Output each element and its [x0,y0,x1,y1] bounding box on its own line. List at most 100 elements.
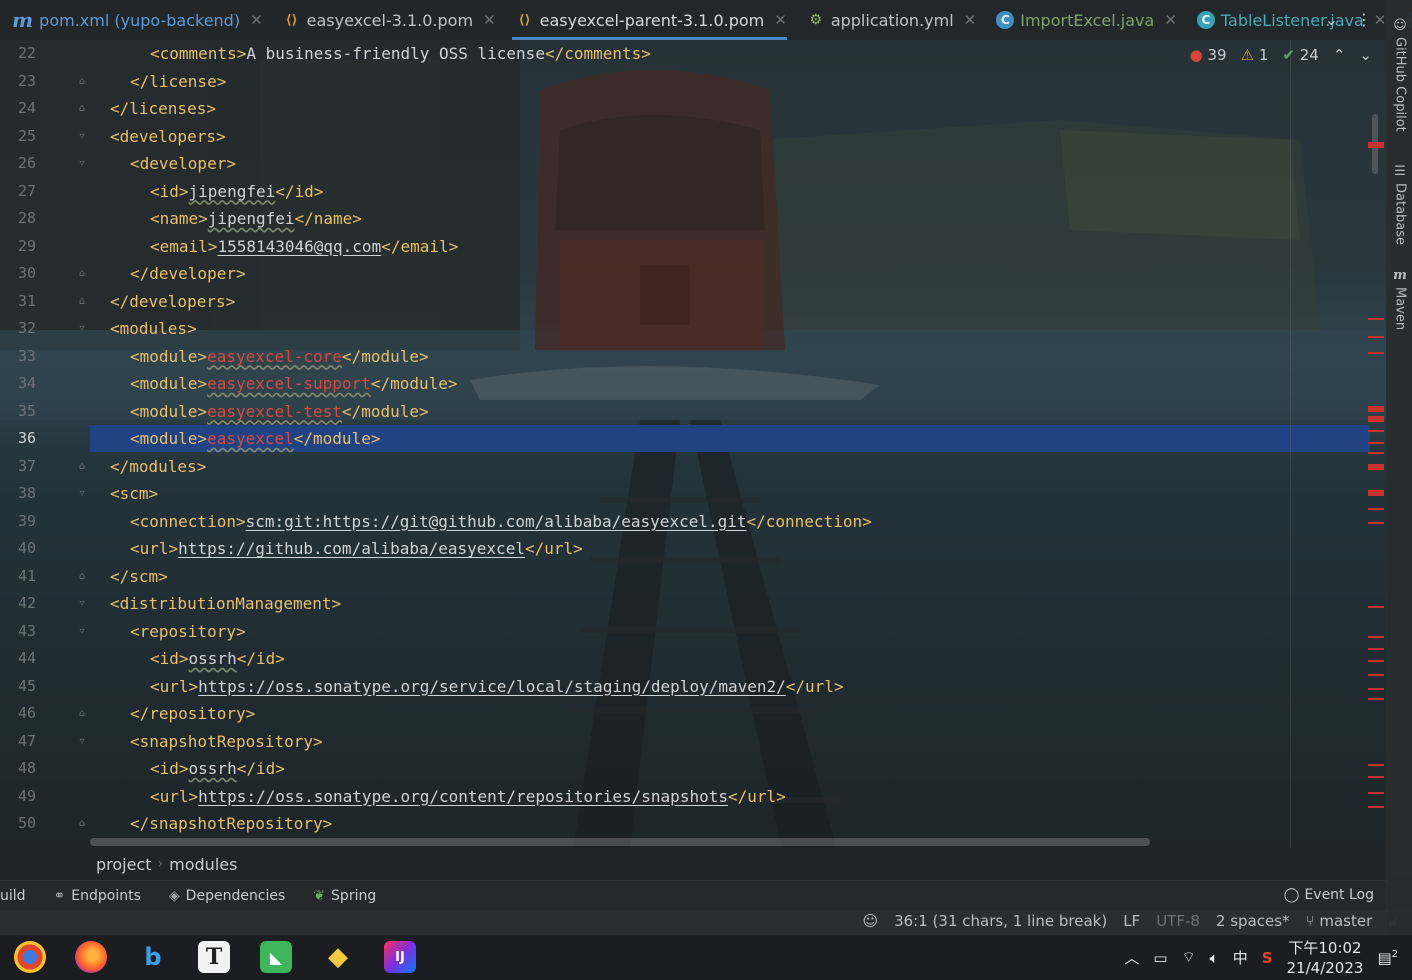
line-number[interactable]: 32 [0,319,36,337]
line-number[interactable]: 22 [0,44,36,62]
code-line[interactable]: <module>easyexcel-support</module> [90,370,458,397]
error-marker[interactable] [1368,792,1384,794]
error-marker[interactable] [1368,660,1384,662]
tool-database[interactable]: ☰ Database [1387,164,1412,245]
error-marker[interactable] [1368,318,1384,320]
ime-indicator[interactable]: 中 [1233,947,1248,968]
line-number[interactable]: 30 [0,264,36,282]
line-number[interactable]: 27 [0,182,36,200]
tool-maven[interactable]: m Maven [1387,268,1412,330]
code-line[interactable]: <connection>scm:git:https://git@github.c… [90,508,872,535]
caret-position[interactable]: 36:1 (31 chars, 1 line break) [894,912,1107,930]
breadcrumb-modules[interactable]: modules [163,855,243,874]
code-line[interactable]: <scm> [90,480,158,507]
error-stripe[interactable] [1366,100,1384,848]
error-marker[interactable] [1368,464,1384,470]
error-marker[interactable] [1368,406,1384,412]
line-number[interactable]: 43 [0,622,36,640]
line-number[interactable]: 40 [0,539,36,557]
code-line[interactable]: <id>ossrh</id> [90,755,285,782]
url-text[interactable]: https://github.com/alibaba/easyexcel [178,539,525,558]
warning-count[interactable]: ⚠ 1 [1241,46,1269,64]
sogou-icon[interactable]: S [1262,949,1273,967]
code-line[interactable]: <developers> [90,123,226,150]
url-text[interactable]: scm:git:https://git@github.com/alibaba/e… [246,512,747,531]
error-marker[interactable] [1368,648,1384,650]
chevron-down-icon[interactable]: ⌄ [1325,10,1338,29]
url-text[interactable]: 1558143046@qq.com [217,237,381,256]
current-code-line[interactable]: <module>easyexcel</module> [90,425,1370,452]
editor-gutter[interactable]: 22 23 ⌂ 24 ⌂ 25 ▿ 26 ▿ 27 28 29 30 ⌂ 31 ⌂ 32 ▿ 33 34 35 36 37 ⌂… [0,40,90,848]
line-number[interactable]: 50 [0,814,36,832]
error-marker[interactable] [1368,142,1384,148]
tab-easyexcel-parent-pom[interactable]: ⟨⟩ easyexcel-parent-3.1.0.pom ✕ [504,0,795,40]
fold-marker-icon[interactable]: ▿ [76,488,88,500]
error-marker[interactable] [1368,522,1384,524]
line-number[interactable]: 24 [0,99,36,117]
breadcrumb-project[interactable]: project [90,855,158,874]
line-number[interactable]: 37 [0,457,36,475]
chevron-up-icon[interactable]: ︿ [1124,947,1139,968]
close-icon[interactable]: ✕ [1164,11,1177,29]
code-line[interactable]: </licenses> [90,95,216,122]
indent-setting[interactable]: 2 spaces* [1216,912,1290,930]
volume-icon[interactable]: 🔈︎ [1210,949,1219,967]
typora-icon[interactable]: T [198,941,230,973]
code-line[interactable]: </modules> [90,453,206,480]
code-line[interactable]: <email>1558143046@qq.com</email> [90,233,458,260]
typo-count[interactable]: ✔ 24 [1282,46,1318,64]
tab-easyexcel-pom[interactable]: ⟨⟩ easyexcel-3.1.0.pom ✕ [271,0,504,40]
git-branch[interactable]: ⑂ master [1306,912,1373,930]
error-marker[interactable] [1368,764,1384,766]
more-options-icon[interactable]: ⋮ [1356,10,1372,29]
previous-highlight-icon[interactable]: ⌃ [1333,46,1346,64]
line-number[interactable]: 23 [0,72,36,90]
fold-marker-icon[interactable]: ▿ [76,736,88,748]
error-marker[interactable] [1368,508,1384,510]
line-number[interactable]: 31 [0,292,36,310]
close-icon[interactable]: ✕ [1374,11,1387,29]
code-line[interactable]: <module>easyexcel-test</module> [90,398,429,425]
error-marker[interactable] [1368,776,1384,778]
error-marker[interactable] [1368,336,1384,338]
fold-marker-icon[interactable]: ⌂ [76,268,88,280]
code-line[interactable]: </snapshotRepository> [90,810,332,837]
line-number[interactable]: 45 [0,677,36,695]
tab-pom-xml-yupo-backend[interactable]: m pom.xml (yupo-backend) ✕ [0,0,271,40]
firefox-icon[interactable] [75,941,107,973]
code-line[interactable]: <name>jipengfei</name> [90,205,362,232]
code-line[interactable]: <id>jipengfei</id> [90,178,323,205]
code-line[interactable]: <comments>A business-friendly OSS licens… [90,40,651,67]
tab-importexcel-java[interactable]: C ImportExcel.java ✕ [984,0,1185,40]
code-line[interactable]: </repository> [90,700,255,727]
line-number[interactable]: 26 [0,154,36,172]
error-marker[interactable] [1368,806,1384,808]
fold-marker-icon[interactable]: ⌂ [76,296,88,308]
battery-icon[interactable]: ▭ [1153,949,1167,967]
bing-icon[interactable]: b [137,941,169,973]
line-number[interactable]: 38 [0,484,36,502]
error-marker[interactable] [1368,416,1384,422]
code-line[interactable]: </developers> [90,288,235,315]
close-icon[interactable]: ✕ [483,11,496,29]
clock[interactable]: 下午10:02 21/4/2023 [1287,938,1364,978]
error-marker[interactable] [1368,674,1384,676]
line-number[interactable]: 44 [0,649,36,667]
code-line[interactable]: <snapshotRepository> [90,728,323,755]
line-number[interactable]: 48 [0,759,36,777]
error-marker[interactable] [1368,698,1384,700]
code-line[interactable]: <url>https://oss.sonatype.org/service/lo… [90,673,844,700]
line-number[interactable]: 33 [0,347,36,365]
line-number[interactable]: 47 [0,732,36,750]
fold-marker-icon[interactable]: ▿ [76,131,88,143]
code-line[interactable]: <repository> [90,618,246,645]
error-marker[interactable] [1368,352,1384,354]
line-number[interactable]: 28 [0,209,36,227]
chrome-icon[interactable] [14,941,46,973]
code-line[interactable]: <distributionManagement> [90,590,341,617]
fold-marker-icon[interactable]: ⌂ [76,461,88,473]
code-line[interactable]: </license> [90,68,226,95]
line-number[interactable]: 42 [0,594,36,612]
line-number[interactable]: 36 [0,429,36,447]
tool-github-copilot[interactable]: ☺ GitHub Copilot [1387,18,1412,132]
